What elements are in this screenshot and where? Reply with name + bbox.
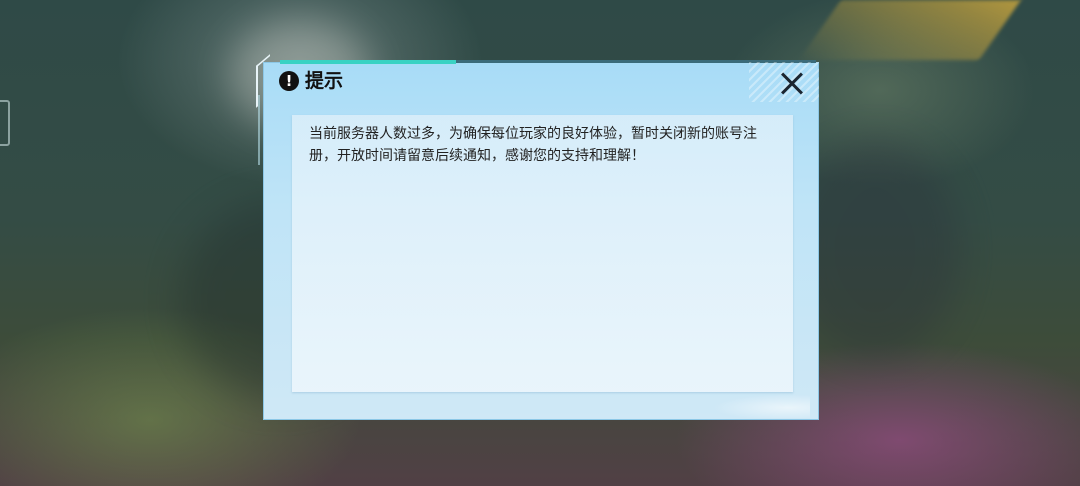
dialog-glow-decoration — [700, 392, 810, 418]
dialog-content-panel: 当前服务器人数过多，为确保每位玩家的良好体验，暂时关闭新的账号注册，开放时间请留… — [292, 115, 793, 392]
dialog-title: 提示 — [305, 70, 344, 92]
dialog-message: 当前服务器人数过多，为确保每位玩家的良好体验，暂时关闭新的账号注册，开放时间请留… — [309, 126, 757, 164]
side-menu-tab[interactable] — [0, 100, 10, 146]
background-light-streak — [798, 0, 1022, 60]
dialog-header: ! 提示 — [263, 62, 819, 102]
warning-icon: ! — [279, 71, 299, 91]
close-button[interactable] — [777, 68, 807, 98]
